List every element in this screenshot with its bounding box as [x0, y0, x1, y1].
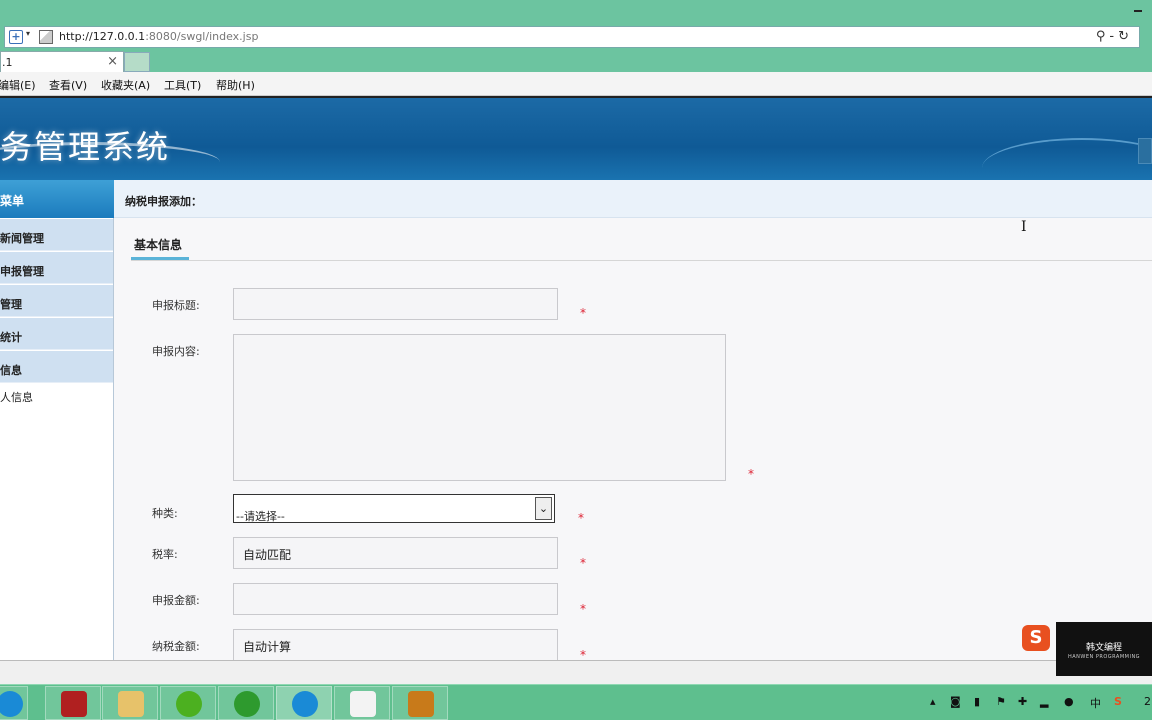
sidebar-heading: 菜单 — [0, 180, 114, 218]
taskbar-ie[interactable] — [0, 686, 28, 720]
sidebar-item-personal-info[interactable]: 人信息 — [0, 389, 113, 409]
text-cursor-icon: I — [1021, 219, 1027, 235]
required-mark: * — [578, 511, 584, 525]
site-title: 务管理系统 — [0, 128, 171, 166]
taskbar-app-paw[interactable] — [218, 686, 274, 720]
taskbar-notepad[interactable] — [45, 686, 101, 720]
menu-edit[interactable]: 编辑(E) — [0, 77, 36, 93]
required-mark: * — [580, 306, 586, 320]
close-icon[interactable]: × — [107, 54, 118, 69]
sidebar-item-declaration[interactable]: 申报管理 — [0, 252, 113, 284]
new-tab-button[interactable] — [124, 52, 150, 72]
tray-security-icon[interactable]: ✚ — [1018, 695, 1027, 708]
tab-divider — [131, 260, 1152, 261]
page-icon — [39, 30, 53, 44]
title-input[interactable] — [233, 288, 558, 320]
logo-subtext: HANWEN PROGRAMMING — [1068, 654, 1141, 660]
java-icon — [350, 691, 376, 717]
search-icon[interactable]: ⚲ — [1096, 29, 1110, 44]
url-host: http://127.0.0.1 — [59, 30, 146, 43]
tab-basic-info[interactable]: 基本信息 — [131, 230, 189, 260]
app-icon — [176, 691, 202, 717]
sidebar: 菜单 新闻管理 申报管理 管理 统计 信息 人信息 — [0, 180, 114, 660]
shield-icon[interactable]: + — [9, 30, 23, 44]
tray-app-icon[interactable]: ◙ — [950, 695, 961, 708]
address-bar-row: + ▾ http://127.0.0.1:8080/swgl/index.jsp… — [0, 24, 1152, 50]
menu-bar: 编辑(E) 查看(V) 收藏夹(A) 工具(T) 帮助(H) — [0, 72, 1152, 96]
sidebar-item-statistics[interactable]: 统计 — [0, 318, 113, 350]
address-bar[interactable]: + ▾ http://127.0.0.1:8080/swgl/index.jsp… — [4, 26, 1140, 48]
status-bar — [0, 660, 1152, 684]
menu-view[interactable]: 查看(V) — [49, 77, 87, 93]
tray-expand-icon[interactable]: ▴ — [930, 695, 936, 708]
type-select[interactable]: --请选择-- ⌄ — [233, 494, 555, 523]
ie-icon — [0, 691, 23, 717]
notepad-icon — [61, 691, 87, 717]
content-label: 申报内容: — [152, 345, 200, 358]
tray-clock[interactable]: 2 — [1144, 695, 1151, 708]
tax-amount-input[interactable]: 自动计算 — [233, 629, 558, 661]
taskbar-app-green[interactable] — [160, 686, 216, 720]
folder-icon — [118, 691, 144, 717]
taskbar-book[interactable] — [392, 686, 448, 720]
chevron-down-icon[interactable]: ▾ — [26, 29, 30, 38]
required-mark: * — [580, 556, 586, 570]
sidebar-item-management[interactable]: 管理 — [0, 285, 113, 317]
book-icon — [408, 691, 434, 717]
sidebar-item-info[interactable]: 信息 — [0, 351, 113, 383]
taskbar: ▴ ◙ ▮ ⚑ ✚ ▂ ● 中 S 2 — [0, 684, 1152, 720]
required-mark: * — [580, 602, 586, 616]
chevron-down-icon[interactable]: ⌄ — [535, 497, 552, 520]
ie-icon — [292, 691, 318, 717]
watermark-logo: 韩文编程 HANWEN PROGRAMMING — [1056, 622, 1152, 676]
type-select-value: --请选择-- — [236, 510, 285, 523]
tab-strip: .1 × — [0, 50, 1152, 72]
required-mark: * — [748, 467, 754, 481]
minimize-icon[interactable] — [1134, 10, 1142, 12]
breadcrumb: 纳税申报添加： — [114, 180, 1152, 218]
content-textarea[interactable] — [233, 334, 726, 481]
type-label: 种类: — [152, 507, 178, 520]
browser-title-bar — [0, 0, 1152, 24]
tray-network-icon[interactable]: ▮ — [974, 695, 980, 708]
menu-favorites[interactable]: 收藏夹(A) — [101, 77, 150, 93]
amount-label: 申报金额: — [152, 594, 200, 607]
taskbar-explorer[interactable] — [102, 686, 158, 720]
logo-text: 韩文编程 — [1086, 643, 1123, 653]
address-tools: ⚲-↻ — [1096, 29, 1133, 44]
url-text[interactable]: http://127.0.0.1:8080/swgl/index.jsp — [59, 30, 258, 43]
url-path: :8080/swgl/index.jsp — [145, 30, 259, 43]
tab-active[interactable]: .1 × — [0, 51, 124, 72]
tray-signal-icon[interactable]: ▂ — [1040, 695, 1048, 708]
menu-help[interactable]: 帮助(H) — [216, 77, 255, 93]
tray-sogou-icon[interactable]: S — [1114, 695, 1122, 708]
main-content: 纳税申报添加： 基本信息 申报标题: * 申报内容: * 种类: --请选择--… — [114, 180, 1152, 662]
menu-tools[interactable]: 工具(T) — [164, 77, 201, 93]
tray-qq-icon[interactable]: ● — [1064, 695, 1074, 708]
amount-input[interactable] — [233, 583, 558, 615]
sidebar-item-news[interactable]: 新闻管理 — [0, 219, 113, 251]
chevron-down-icon[interactable]: - — [1109, 29, 1118, 44]
taskbar-java[interactable] — [334, 686, 390, 720]
tray-ime-icon[interactable]: 中 — [1090, 695, 1101, 711]
refresh-icon[interactable]: ↻ — [1118, 29, 1133, 44]
tray-flag-icon[interactable]: ⚑ — [996, 695, 1006, 708]
header-button[interactable] — [1138, 138, 1152, 164]
rate-input[interactable]: 自动匹配 — [233, 537, 558, 569]
rate-label: 税率: — [152, 548, 178, 561]
title-label: 申报标题: — [152, 299, 200, 312]
tax-amount-label: 纳税金额: — [152, 640, 200, 653]
site-header: 务管理系统 — [0, 96, 1152, 180]
taskbar-ie-active[interactable] — [276, 686, 332, 720]
sogou-ime-icon[interactable]: S — [1022, 625, 1050, 651]
paw-icon — [234, 691, 260, 717]
header-decoration — [982, 138, 1152, 180]
tab-title: .1 — [2, 56, 13, 69]
